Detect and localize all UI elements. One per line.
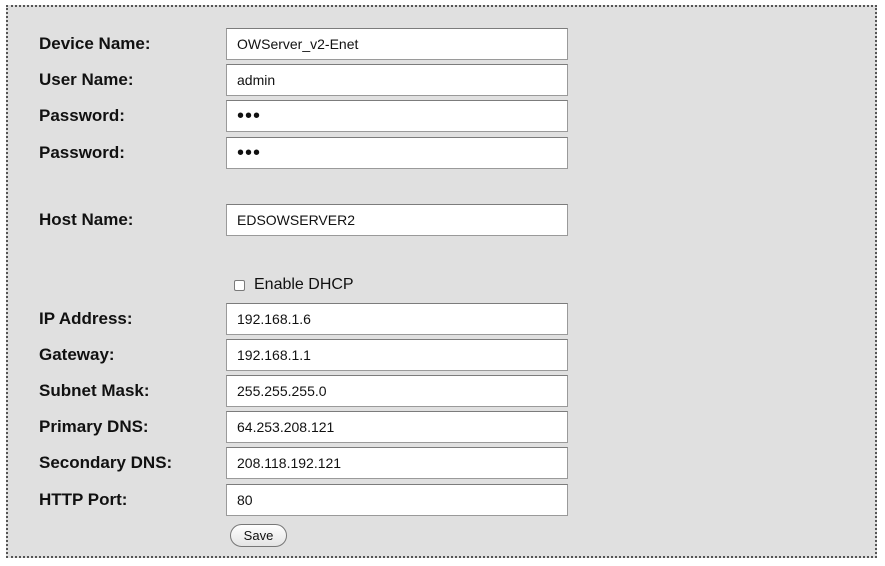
- host-name-row: Host Name:: [8, 204, 875, 236]
- subnet-mask-row: Subnet Mask:: [8, 375, 875, 407]
- device-name-label: Device Name:: [39, 34, 151, 53]
- host-name-label: Host Name:: [39, 210, 134, 229]
- subnet-mask-label: Subnet Mask:: [39, 381, 150, 400]
- http-port-input[interactable]: [226, 484, 568, 516]
- http-port-label: HTTP Port:: [39, 490, 128, 509]
- gateway-row: Gateway:: [8, 339, 875, 371]
- enable-dhcp-checkbox[interactable]: [234, 279, 245, 291]
- network-settings-panel: Device Name: User Name: Password: Passwo…: [6, 5, 877, 558]
- password-label: Password:: [39, 106, 125, 125]
- secondary-dns-row: Secondary DNS:: [8, 447, 875, 479]
- primary-dns-input[interactable]: [226, 411, 568, 443]
- host-name-input[interactable]: [226, 204, 568, 236]
- enable-dhcp-label: Enable DHCP: [254, 276, 354, 293]
- save-button[interactable]: Save: [230, 524, 287, 547]
- password-confirm-row: Password:: [8, 137, 875, 169]
- user-name-row: User Name:: [8, 64, 875, 96]
- password-row: Password:: [8, 100, 875, 132]
- enable-dhcp-option[interactable]: Enable DHCP: [234, 274, 354, 296]
- password-input[interactable]: [226, 100, 568, 132]
- http-port-row: HTTP Port:: [8, 484, 875, 516]
- ip-address-row: IP Address:: [8, 303, 875, 335]
- subnet-mask-input[interactable]: [226, 375, 568, 407]
- ip-address-label: IP Address:: [39, 309, 133, 328]
- password-confirm-label: Password:: [39, 143, 125, 162]
- user-name-label: User Name:: [39, 70, 134, 89]
- secondary-dns-input[interactable]: [226, 447, 568, 479]
- device-name-row: Device Name:: [8, 28, 875, 60]
- primary-dns-label: Primary DNS:: [39, 417, 149, 436]
- user-name-input[interactable]: [226, 64, 568, 96]
- primary-dns-row: Primary DNS:: [8, 411, 875, 443]
- password-confirm-input[interactable]: [226, 137, 568, 169]
- device-name-input[interactable]: [226, 28, 568, 60]
- gateway-input[interactable]: [226, 339, 568, 371]
- ip-address-input[interactable]: [226, 303, 568, 335]
- gateway-label: Gateway:: [39, 345, 115, 364]
- secondary-dns-label: Secondary DNS:: [39, 453, 173, 472]
